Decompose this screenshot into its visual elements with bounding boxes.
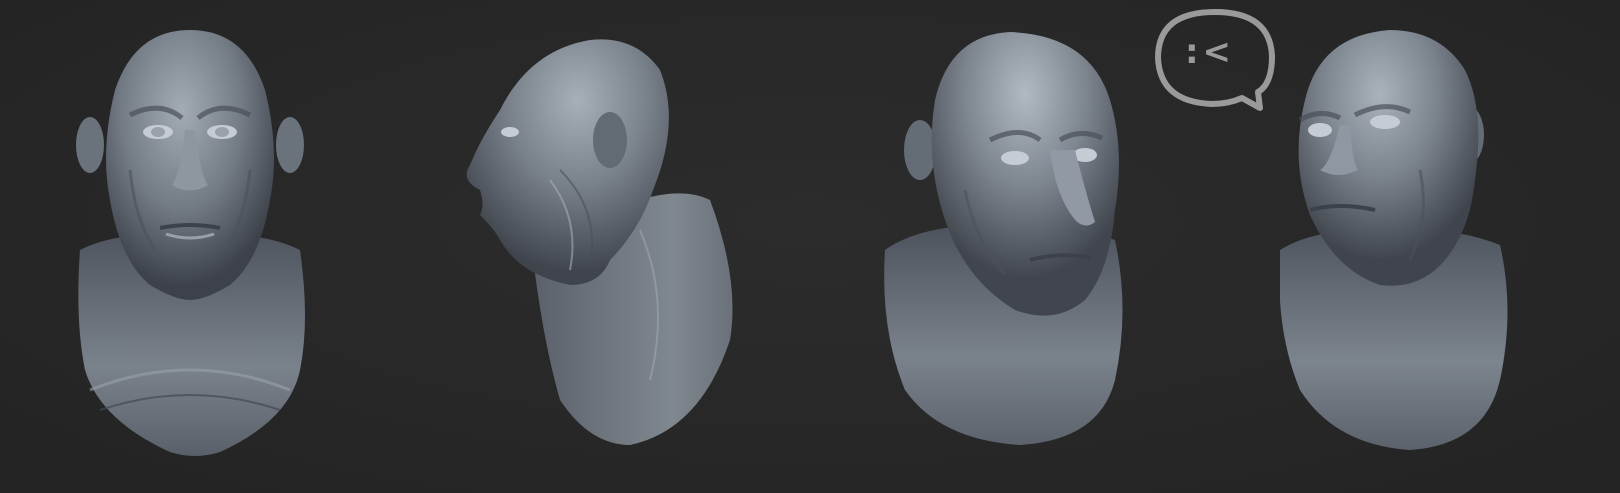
eye-right — [1370, 115, 1400, 129]
bust-front-render — [76, 30, 305, 456]
speech-bubble: :< — [1150, 4, 1280, 114]
eye-left — [1308, 123, 1332, 137]
ear-left — [76, 117, 104, 173]
ear-right — [276, 117, 304, 173]
bust-three-quarter-right-render — [1280, 30, 1508, 450]
bust-three-quarter-view — [880, 0, 1180, 493]
bust-three-quarter-right-view — [1280, 0, 1560, 493]
eye-left — [1001, 151, 1029, 165]
ear — [593, 112, 627, 168]
bust-profile-render — [466, 39, 733, 445]
ear — [904, 120, 936, 180]
bust-profile-view — [440, 0, 760, 493]
eye — [501, 127, 519, 137]
sculpt-viewport: :< — [0, 0, 1620, 493]
bust-front-view — [60, 0, 320, 493]
speech-bubble-text: :< — [1184, 32, 1236, 72]
bust-three-quarter-render — [884, 32, 1123, 445]
